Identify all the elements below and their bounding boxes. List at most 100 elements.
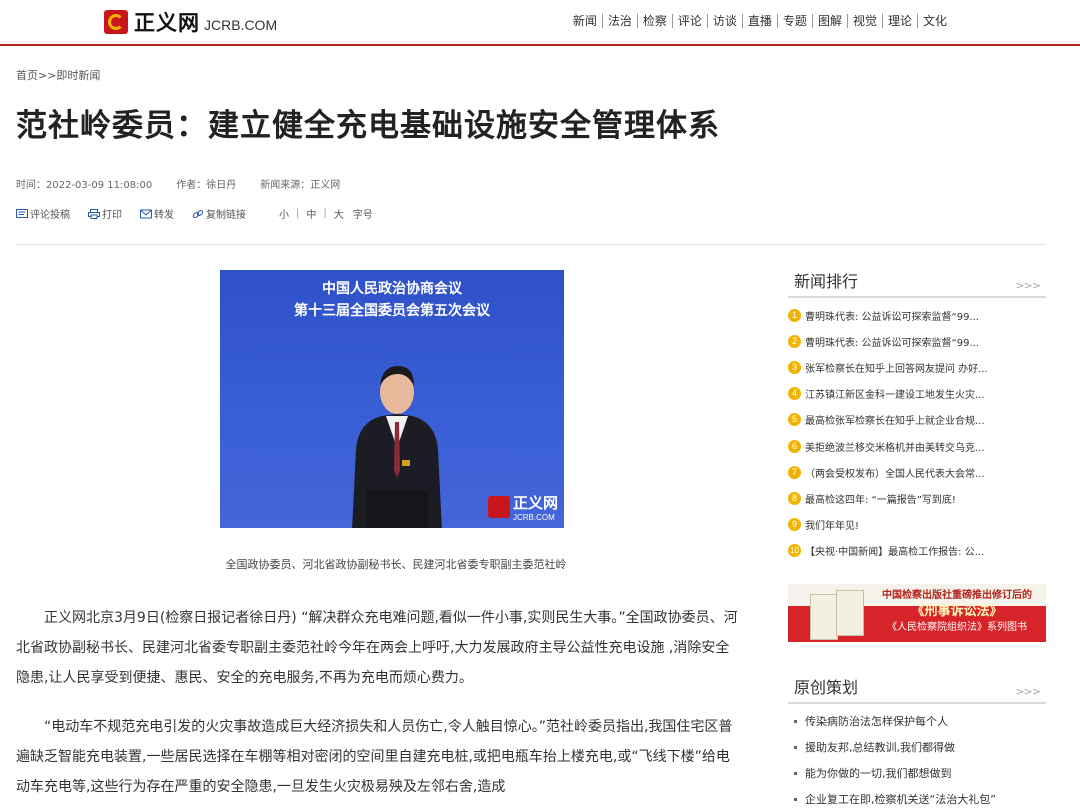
comment-label: 评论投稿 <box>30 210 70 221</box>
plan-more-link[interactable]: >>> <box>1015 685 1041 698</box>
mail-icon <box>140 209 152 218</box>
person-figure <box>352 366 442 528</box>
top-nav: 新闻 法治 检察 评论 访谈 直播 专题 图解 视觉 理论 文化 <box>568 14 952 28</box>
nav-interview[interactable]: 访谈 <box>708 14 743 28</box>
banner-line-3: 《人民检察院组织法》系列图书 <box>887 622 1027 633</box>
ranking-item-text: 张军检察长在知乎上回答网友提问 办好... <box>805 363 988 375</box>
font-small-button[interactable]: 小 <box>272 206 296 221</box>
nav-graphic[interactable]: 图解 <box>813 14 848 28</box>
plan-item[interactable]: 援助友邦,总结教训,我们都得做 <box>788 734 1046 760</box>
watermark-logo-icon <box>487 496 510 518</box>
news-source: 新闻来源：正义网 <box>260 180 341 191</box>
divider <box>16 244 1046 245</box>
ranking-item-text: （两会受权发布）全国人民代表大会常... <box>805 468 985 480</box>
banner-text: 中国检察出版社重磅推出修订后的 《刑事诉讼法》 《人民检察院组织法》系列图书 <box>872 588 1042 636</box>
ranking-item[interactable]: 4 江苏镇江新区金科一建设工地发生火灾... <box>788 381 1046 407</box>
nav-live[interactable]: 直播 <box>743 14 778 28</box>
logo-domain: JCRB.COM <box>204 17 278 33</box>
ranking-item-text: 曹明珠代表: 公益诉讼可探索监督“99... <box>805 311 979 323</box>
plan-list: 传染病防治法怎样保护每个人 援助友邦,总结教训,我们都得做 能为你做的一切,我们… <box>788 708 1046 812</box>
copy-link-label: 复制链接 <box>206 210 246 221</box>
photo-line-1: 中国人民政治协商会议 <box>322 281 462 297</box>
ranking-item-text: 最高检张军检察长在知乎上就企业合规... <box>805 416 985 428</box>
forward-button[interactable]: 转发 <box>140 206 174 221</box>
plan-item[interactable]: 能为你做的一切,我们都想做到 <box>788 760 1046 786</box>
nav-news[interactable]: 新闻 <box>568 14 603 28</box>
ranking-item-text: 美拒绝波兰移交米格机并由美转交乌克... <box>805 442 985 454</box>
plan-item[interactable]: 传染病防治法怎样保护每个人 <box>788 708 1046 734</box>
ranking-item[interactable]: 7 （两会受权发布）全国人民代表大会常... <box>788 459 1046 485</box>
ranking-list: 1 曹明珠代表: 公益诉讼可探索监督“99... 2 曹明珠代表: 公益诉讼可探索监… <box>788 302 1046 564</box>
publish-time: 时间：2022-03-09 11:08:00 <box>16 180 153 191</box>
ranking-item-text: 曹明珠代表: 公益诉讼可探索监督“99... <box>805 337 979 349</box>
ranking-item[interactable]: 8 最高检这四年: “一篇报告”写到底! <box>788 485 1046 511</box>
ranking-item-text: 江苏镇江新区金科一建设工地发生火灾... <box>805 390 985 402</box>
forward-label: 转发 <box>154 210 174 221</box>
rank-badge: 6 <box>788 439 801 453</box>
site-logo[interactable]: 正义网 JCRB.COM <box>104 8 277 36</box>
watermark-domain: JCRB.COM <box>512 513 555 522</box>
ranking-item[interactable]: 10 【央视·中国新闻】最高检工作报告: 公... <box>788 538 1046 564</box>
author: 作者：徐日丹 <box>176 180 237 191</box>
nav-law[interactable]: 法治 <box>603 14 638 28</box>
banner-line-1: 中国检察出版社重磅推出修订后的 <box>882 590 1032 601</box>
book-ad-banner[interactable]: 中国检察出版社重磅推出修订后的 《刑事诉讼法》 《人民检察院组织法》系列图书 <box>788 584 1046 642</box>
ranking-title: 新闻排行 <box>794 272 859 291</box>
photo-caption: 全国政协委员、河北省政协副秘书长、民建河北省委专职副主委范社岭 <box>225 558 567 571</box>
rank-badge: 7 <box>788 465 801 479</box>
comment-icon <box>16 208 28 218</box>
ranking-section-title: 新闻排行 >>> <box>788 262 1046 298</box>
copy-link-button[interactable]: 复制链接 <box>192 206 246 221</box>
font-large-button[interactable]: 大 <box>327 206 351 221</box>
article-paragraph: “电动车不规范充电引发的火灾事故造成巨大经济损失和人员伤亡,令人触目惊心。”范社… <box>16 719 733 795</box>
nav-comment[interactable]: 评论 <box>673 14 708 28</box>
link-icon <box>192 209 204 218</box>
ranking-item[interactable]: 1 曹明珠代表: 公益诉讼可探索监督“99... <box>788 302 1046 328</box>
logo-text: 正义网 <box>134 10 200 35</box>
ranking-item[interactable]: 3 张军检察长在知乎上回答网友提问 办好... <box>788 354 1046 380</box>
books-image <box>810 590 864 640</box>
print-button[interactable]: 打印 <box>88 206 122 221</box>
ranking-more-link[interactable]: >>> <box>1015 279 1041 292</box>
comment-button[interactable]: 评论投稿 <box>16 206 70 221</box>
rank-badge: 1 <box>788 308 801 322</box>
font-size-label: 字号 <box>352 210 373 221</box>
article-meta: 时间：2022-03-09 11:08:00 作者：徐日丹 新闻来源：正义网 <box>16 176 340 191</box>
book-cover <box>810 594 838 640</box>
rank-badge: 3 <box>788 360 801 374</box>
rank-badge: 5 <box>788 413 801 427</box>
nav-visual[interactable]: 视觉 <box>848 14 883 28</box>
nav-topic[interactable]: 专题 <box>778 14 813 28</box>
watermark-text: 正义网 <box>512 494 558 512</box>
breadcrumb[interactable]: 首页>>即时新闻 <box>16 67 100 83</box>
ranking-item[interactable]: 6 美拒绝波兰移交米格机并由美转交乌克... <box>788 433 1046 459</box>
font-medium-button[interactable]: 中 <box>299 206 323 221</box>
rank-badge: 2 <box>788 334 801 348</box>
article-photo: 中国人民政治协商会议 第十三届全国委员会第五次会议 正义网 JCRB.COM <box>220 270 564 528</box>
plan-title: 原创策划 <box>794 678 859 697</box>
ranking-item-text: 【央视·中国新闻】最高检工作报告: 公... <box>805 547 985 559</box>
sidebar: 新闻排行 >>> 1 曹明珠代表: 公益诉讼可探索监督“99... 2 曹明珠代表:… <box>788 262 1046 806</box>
photo-watermark: 正义网 JCRB.COM <box>487 492 558 522</box>
ranking-item[interactable]: 9 我们年年见! <box>788 512 1046 538</box>
print-label: 打印 <box>102 210 122 221</box>
ranking-item[interactable]: 2 曹明珠代表: 公益诉讼可探索监督“99... <box>788 328 1046 354</box>
printer-icon <box>88 208 100 219</box>
rank-badge: 8 <box>788 491 801 505</box>
nav-culture[interactable]: 文化 <box>918 14 952 28</box>
article-toolbar: 评论投稿 打印 转发 复制链接 小 | 中 | 大 字号 <box>16 206 380 221</box>
font-size-switcher: 小 | 中 | 大 字号 <box>272 206 380 221</box>
site-header: 正义网 JCRB.COM 新闻 法治 检察 评论 访谈 直播 专题 图解 视觉 … <box>0 0 1080 46</box>
nav-theory[interactable]: 理论 <box>883 14 918 28</box>
rank-badge: 9 <box>788 518 801 532</box>
nav-procuratorate[interactable]: 检察 <box>638 14 673 28</box>
ranking-item-text: 最高检这四年: “一篇报告”写到底! <box>805 494 956 506</box>
ranking-item[interactable]: 5 最高检张军检察长在知乎上就企业合规... <box>788 407 1046 433</box>
plan-item[interactable]: 企业复工在即,检察机关送“法治大礼包” <box>788 786 1046 812</box>
banner-line-2: 《刑事诉讼法》 <box>911 604 1003 619</box>
plan-section-title: 原创策划 >>> <box>788 668 1046 704</box>
article-paragraph: 正义网北京3月9日(检察日报记者徐日丹) “解决群众充电难问题,看似一件小事,实… <box>16 610 738 686</box>
rank-badge: 10 <box>788 544 801 558</box>
photo-line-2: 第十三届全国委员会第五次会议 <box>294 303 490 319</box>
logo-icon <box>104 10 128 34</box>
